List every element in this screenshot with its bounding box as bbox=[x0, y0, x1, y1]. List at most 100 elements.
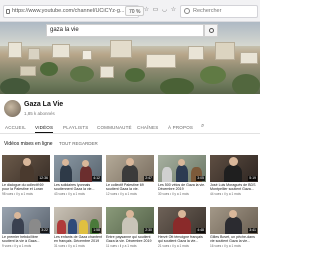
video-card[interactable]: 3:41 Gilles Bovet, un pêche-dans vie sou… bbox=[210, 207, 258, 248]
thumb-head bbox=[229, 210, 237, 218]
channel-name: Gaza La Vie bbox=[24, 101, 64, 108]
video-meta: 21 vues • il y a 1 mois bbox=[158, 243, 189, 248]
video-meta: 98 vues • il y a 1 mois bbox=[2, 191, 33, 196]
video-meta: 31 vues • il y a 1 mois bbox=[54, 243, 85, 248]
search-icon[interactable]: ⌕ bbox=[201, 123, 205, 130]
bookmark-star-icon[interactable]: ☆ bbox=[143, 7, 150, 14]
banner-tree bbox=[200, 66, 226, 84]
channel-avatar[interactable] bbox=[4, 100, 21, 117]
video-title[interactable]: Les 500 vélos de Gaza la vie. Décembre 2… bbox=[158, 183, 206, 192]
reader-icon[interactable]: ▭ bbox=[152, 7, 159, 14]
thumb-person bbox=[29, 219, 41, 234]
play-all-button[interactable]: TOUT REGARDER bbox=[59, 141, 98, 146]
thumb-person bbox=[122, 165, 138, 182]
tab-chaines[interactable]: CHAÎNES bbox=[137, 125, 158, 130]
video-card[interactable]: 5:19 José Luis Moraguès de BDS Montpelli… bbox=[210, 155, 258, 196]
tab-accueil[interactable]: ACCUEIL bbox=[5, 125, 26, 130]
video-meta: 30 vues • il y a 1 mois bbox=[158, 191, 189, 196]
video-duration: 3:22 bbox=[40, 228, 49, 233]
video-card[interactable]: 2:47 Le collectif Palestine 69 soutient … bbox=[106, 155, 154, 196]
thumb-head bbox=[126, 158, 134, 166]
video-card[interactable]: 3:05 Les 500 vélos de Gaza la vie. Décem… bbox=[158, 155, 206, 196]
banner-building bbox=[146, 54, 176, 68]
youtube-search-input[interactable]: gaza la vie bbox=[46, 24, 204, 37]
banner-building bbox=[110, 40, 132, 58]
thumb-head bbox=[178, 159, 185, 166]
tab-communaute[interactable]: COMMUNAUTÉ bbox=[97, 125, 132, 130]
video-meta: 11 vues • il y a 1 mois bbox=[106, 243, 137, 248]
video-title[interactable]: Le premier hebdo/libre soutient la vie à… bbox=[2, 235, 50, 244]
video-duration: 4:12 bbox=[92, 176, 101, 181]
thumb-head bbox=[126, 210, 134, 218]
video-title[interactable]: Les enfants de Gaza chantent en français… bbox=[54, 235, 102, 244]
pocket-icon[interactable]: ◡ bbox=[161, 7, 168, 14]
video-card[interactable]: 3:22 Le premier hebdo/libre soutient la … bbox=[2, 207, 50, 248]
address-bar[interactable]: https://www.youtube.com/channel/UCiCYz-g… bbox=[3, 5, 139, 18]
banner-building bbox=[188, 46, 204, 60]
bookmark-icon[interactable]: ☆ bbox=[170, 7, 177, 14]
video-title[interactable]: Le dialogue du collectif 69 pour la Pale… bbox=[2, 183, 50, 192]
video-title[interactable]: Les solidaires lyonnais soutiennent Gaza… bbox=[54, 183, 102, 192]
video-thumbnail[interactable]: 2:47 bbox=[106, 155, 154, 182]
browser-search-placeholder: Rechercher bbox=[193, 8, 222, 14]
banner-building bbox=[52, 44, 70, 58]
video-card[interactable]: 4:12 Les solidaires lyonnais soutiennent… bbox=[54, 155, 102, 196]
thumb-person bbox=[12, 218, 24, 234]
video-meta: 16 vues • il y a 1 mois bbox=[210, 243, 241, 248]
thumb-person bbox=[57, 220, 66, 234]
tab-videos[interactable]: VIDÉOS bbox=[35, 125, 54, 133]
banner-building bbox=[28, 48, 40, 60]
video-card[interactable]: 12:36 Le dialogue du collectif 69 pour l… bbox=[2, 155, 50, 196]
video-thumbnail[interactable]: 3:41 bbox=[210, 207, 258, 234]
video-title[interactable]: Entre paysanne qui soutient Gaza la vie.… bbox=[106, 235, 154, 244]
youtube-search-button[interactable] bbox=[204, 24, 218, 37]
video-title[interactable]: José Luis Moraguès de BDS Montpellier so… bbox=[210, 183, 258, 192]
video-duration: 3:05 bbox=[196, 176, 205, 181]
banner-tree bbox=[40, 62, 58, 76]
banner-tree bbox=[160, 78, 194, 94]
thumb-person bbox=[80, 166, 92, 182]
video-card[interactable]: 1:58 Les enfants de Gaza chantent en fra… bbox=[54, 207, 102, 248]
video-title[interactable]: Hervé Ott témoigne français qui soutient… bbox=[158, 235, 206, 244]
video-meta: 44 vues • il y a 1 mois bbox=[210, 191, 241, 196]
banner-tree bbox=[0, 78, 30, 94]
zoom-indicator[interactable]: 70 % bbox=[125, 6, 145, 16]
address-text: https://www.youtube.com/channel/UCiCYz-g… bbox=[12, 8, 125, 14]
video-duration: 1:58 bbox=[92, 228, 101, 233]
video-thumbnail[interactable]: 5:19 bbox=[210, 155, 258, 182]
video-thumbnail[interactable]: 2:30 bbox=[106, 207, 154, 234]
tab-playlists[interactable]: PLAYLISTS bbox=[63, 125, 88, 130]
video-thumbnail[interactable]: 3:05 bbox=[158, 155, 206, 182]
video-duration: 3:41 bbox=[248, 228, 257, 233]
video-card[interactable]: 4:48 Hervé Ott témoigne français qui sou… bbox=[158, 207, 206, 248]
video-thumbnail[interactable]: 3:22 bbox=[2, 207, 50, 234]
browser-toolbar: https://www.youtube.com/channel/UCiCYz-g… bbox=[0, 0, 260, 22]
video-title[interactable]: Gilles Bovet, un pêche-dans vie soutient… bbox=[210, 235, 258, 244]
thumb-head bbox=[82, 160, 89, 167]
banner-tree bbox=[125, 68, 145, 82]
thumb-person bbox=[173, 217, 191, 234]
banner-building bbox=[8, 42, 22, 58]
video-duration: 2:30 bbox=[144, 228, 153, 233]
browser-search-bar[interactable]: Rechercher bbox=[180, 5, 258, 18]
video-duration: 2:47 bbox=[144, 176, 153, 181]
thumb-head bbox=[229, 157, 238, 166]
thumb-person bbox=[68, 219, 77, 234]
video-thumbnail[interactable]: 4:48 bbox=[158, 207, 206, 234]
thumb-person bbox=[79, 220, 88, 234]
channel-tabs: ACCUEIL VIDÉOS PLAYLISTS COMMUNAUTÉ CHAÎ… bbox=[0, 123, 260, 134]
tab-a-propos[interactable]: À PROPOS bbox=[168, 125, 193, 130]
video-duration: 12:36 bbox=[38, 176, 49, 181]
video-meta: 12 vues • il y a 1 mois bbox=[106, 191, 137, 196]
banner-building bbox=[82, 50, 92, 60]
video-thumbnail[interactable]: 4:12 bbox=[54, 155, 102, 182]
video-card[interactable]: 2:30 Entre paysanne qui soutient Gaza la… bbox=[106, 207, 154, 248]
thumb-person bbox=[225, 217, 242, 234]
banner-building bbox=[215, 42, 235, 60]
video-thumbnail[interactable]: 1:58 bbox=[54, 207, 102, 234]
video-thumbnail[interactable]: 12:36 bbox=[2, 155, 50, 182]
banner-building bbox=[240, 52, 258, 64]
video-title[interactable]: Le collectif Palestine 69 soutient Gaza … bbox=[106, 183, 154, 192]
thumb-head bbox=[23, 158, 31, 166]
video-duration: 4:48 bbox=[196, 228, 205, 233]
